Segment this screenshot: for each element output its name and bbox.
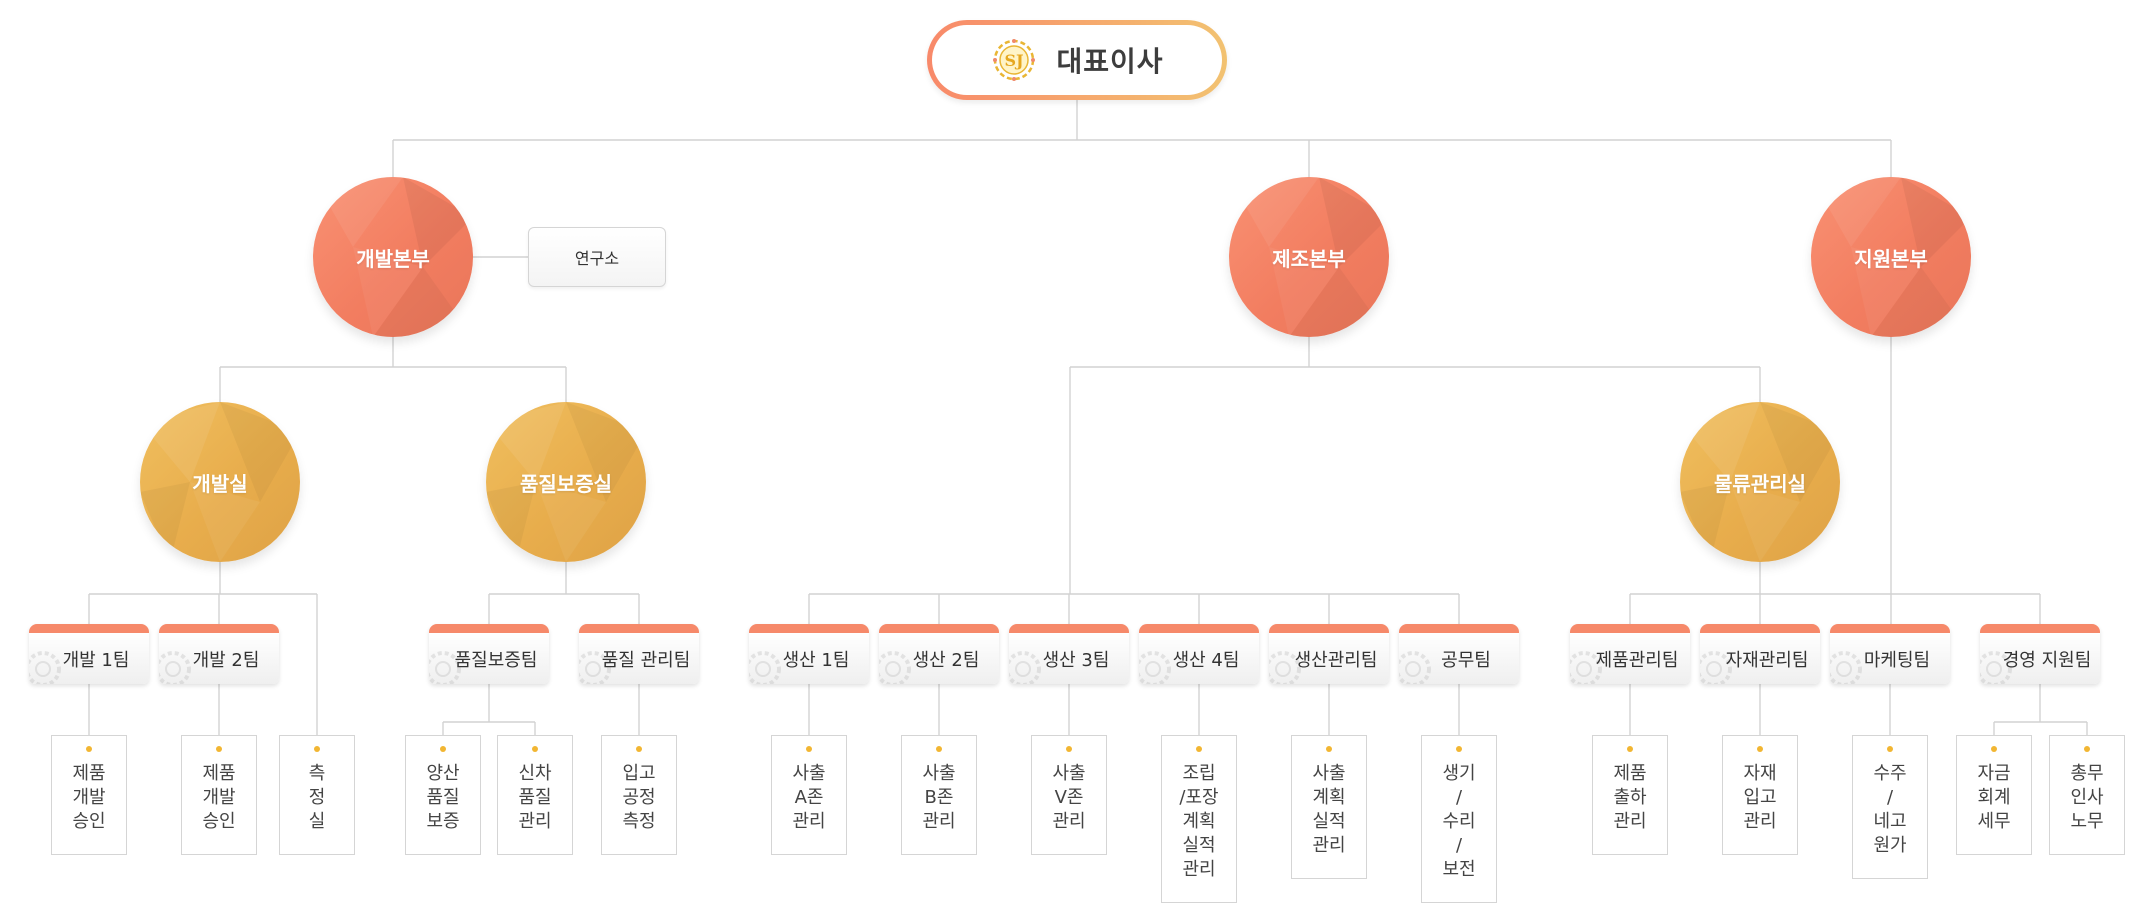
team-label: 생산관리팀 [1294, 649, 1378, 671]
task-dot [1196, 746, 1202, 752]
team-dev2[interactable]: 개발 2팀 [159, 624, 279, 684]
hq-label: 제조본부 [1272, 246, 1346, 271]
team-label: 생산 2팀 [912, 649, 980, 671]
task-text: 사출 A존 관리 [792, 763, 826, 832]
task-text: 사출 B존 관리 [922, 763, 956, 832]
task-box[interactable]: 수주 / 네고 원가 [1852, 735, 1928, 879]
task-dot [936, 746, 942, 752]
task-box[interactable]: 제품 개발 승인 [181, 735, 257, 855]
team-label: 생산 1팀 [782, 649, 850, 671]
hq-label: 지원본부 [1854, 246, 1928, 271]
ceo-title: 대표이사 [1056, 45, 1164, 78]
team-qa[interactable]: 품질보증팀 [429, 624, 549, 684]
room-label: 물류관리실 [1714, 471, 1806, 496]
team-label: 생산 4팀 [1172, 649, 1240, 671]
task-box[interactable]: 입고 공정 측정 [601, 735, 677, 855]
task-dot [1066, 746, 1072, 752]
hq-support[interactable]: 지원본부 [1811, 177, 1971, 337]
team-label: 품질보증팀 [454, 649, 538, 671]
team-label: 생산 3팀 [1042, 649, 1110, 671]
team-label: 자재관리팀 [1725, 649, 1809, 671]
sj-gear-logo-icon: SJ [993, 39, 1036, 81]
task-text: 생기 / 수리 / 보전 [1442, 763, 1476, 880]
room-logistics[interactable]: 물류관리실 [1680, 402, 1840, 562]
team-label: 제품관리팀 [1595, 649, 1679, 671]
task-box[interactable]: 사출 B존 관리 [901, 735, 977, 855]
team-material[interactable]: 자재관리팀 [1700, 624, 1820, 684]
task-box[interactable]: 제품 출하 관리 [1592, 735, 1668, 855]
team-label: 경영 지원팀 [2002, 649, 2092, 671]
task-dot [1991, 746, 1997, 752]
task-dot [1627, 746, 1633, 752]
team-dev1[interactable]: 개발 1팀 [29, 624, 149, 684]
task-dot [314, 746, 320, 752]
ceo-box[interactable]: SJ 대표이사 [927, 20, 1227, 100]
task-box[interactable]: 자금 회계 세무 [1956, 735, 2032, 855]
team-prod2[interactable]: 생산 2팀 [879, 624, 999, 684]
task-box[interactable]: 측 정 실 [279, 735, 355, 855]
task-text: 사출 계획 실적 관리 [1312, 763, 1346, 856]
task-box[interactable]: 양산 품질 보증 [405, 735, 481, 855]
task-text: 측 정 실 [308, 763, 326, 832]
svg-text:SJ: SJ [1005, 51, 1024, 70]
lab-box[interactable]: 연구소 [528, 227, 666, 287]
team-label: 개발 2팀 [192, 649, 260, 671]
room-qa[interactable]: 품질보증실 [486, 402, 646, 562]
task-text: 자재 입고 관리 [1743, 763, 1777, 832]
team-label: 개발 1팀 [62, 649, 130, 671]
task-box[interactable]: 총무 인사 노무 [2049, 735, 2125, 855]
team-prod1[interactable]: 생산 1팀 [749, 624, 869, 684]
team-marketing[interactable]: 마케팅팀 [1830, 624, 1950, 684]
task-dot [1887, 746, 1893, 752]
task-dot [532, 746, 538, 752]
team-label: 품질 관리팀 [601, 649, 691, 671]
room-dev[interactable]: 개발실 [140, 402, 300, 562]
hq-dev[interactable]: 개발본부 [313, 177, 473, 337]
task-box[interactable]: 사출 A존 관리 [771, 735, 847, 855]
task-text: 수주 / 네고 원가 [1873, 763, 1907, 856]
task-box[interactable]: 생기 / 수리 / 보전 [1421, 735, 1497, 903]
task-box[interactable]: 신차 품질 관리 [497, 735, 573, 855]
team-product[interactable]: 제품관리팀 [1570, 624, 1690, 684]
task-dot [1326, 746, 1332, 752]
team-label: 마케팅팀 [1863, 649, 1931, 671]
task-box[interactable]: 제품 개발 승인 [51, 735, 127, 855]
task-dot [2084, 746, 2090, 752]
task-box[interactable]: 조립 /포장 계획 실적 관리 [1161, 735, 1237, 903]
task-text: 조립 /포장 계획 실적 관리 [1179, 763, 1219, 880]
task-text: 자금 회계 세무 [1977, 763, 2011, 832]
room-label: 개발실 [192, 471, 248, 496]
team-prod4[interactable]: 생산 4팀 [1139, 624, 1259, 684]
team-works[interactable]: 공무팀 [1399, 624, 1519, 684]
task-box[interactable]: 사출 V존 관리 [1031, 735, 1107, 855]
task-text: 제품 개발 승인 [72, 763, 106, 832]
task-dot [86, 746, 92, 752]
task-text: 사출 V존 관리 [1052, 763, 1086, 832]
team-prod3[interactable]: 생산 3팀 [1009, 624, 1129, 684]
ceo-box-inner: SJ 대표이사 [932, 25, 1222, 95]
team-mgmt-support[interactable]: 경영 지원팀 [1980, 624, 2100, 684]
team-prodmgmt[interactable]: 생산관리팀 [1269, 624, 1389, 684]
team-label: 공무팀 [1441, 649, 1491, 671]
task-dot [216, 746, 222, 752]
task-dot [806, 746, 812, 752]
team-qm[interactable]: 품질 관리팀 [579, 624, 699, 684]
task-dot [440, 746, 446, 752]
hq-label: 개발본부 [356, 246, 430, 271]
task-text: 신차 품질 관리 [518, 763, 552, 832]
task-text: 양산 품질 보증 [426, 763, 460, 832]
task-text: 총무 인사 노무 [2070, 763, 2104, 832]
task-box[interactable]: 사출 계획 실적 관리 [1291, 735, 1367, 879]
task-box[interactable]: 자재 입고 관리 [1722, 735, 1798, 855]
task-dot [636, 746, 642, 752]
task-text: 제품 개발 승인 [202, 763, 236, 832]
task-dot [1456, 746, 1462, 752]
hq-manufacturing[interactable]: 제조본부 [1229, 177, 1389, 337]
room-label: 품질보증실 [520, 471, 612, 496]
task-dot [1757, 746, 1763, 752]
task-text: 제품 출하 관리 [1613, 763, 1647, 832]
task-text: 입고 공정 측정 [622, 763, 656, 832]
